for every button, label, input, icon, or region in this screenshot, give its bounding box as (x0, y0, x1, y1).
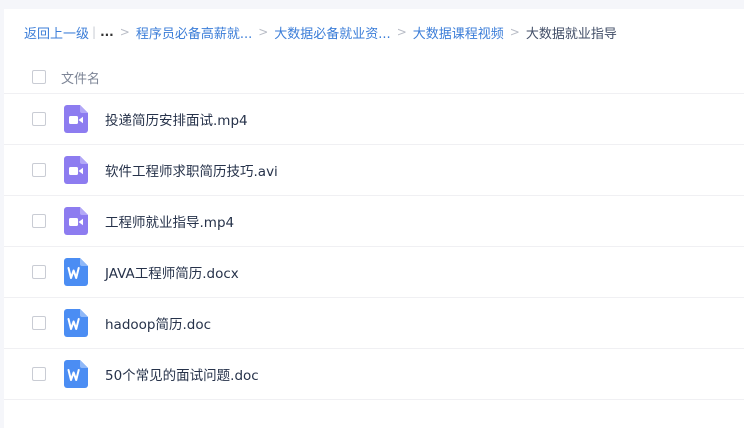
file-name[interactable]: 投递简历安排面试.mp4 (105, 109, 248, 129)
word-file-icon (64, 309, 88, 337)
breadcrumb-current: 大数据就业指导 (525, 26, 617, 42)
file-row[interactable]: 工程师就业指导.mp4 (4, 196, 744, 247)
back-link[interactable]: 返回上一级 (24, 23, 89, 42)
file-name[interactable]: hadoop简历.doc (105, 313, 211, 333)
breadcrumb-item-1[interactable]: 程序员必备高薪就... (136, 23, 252, 42)
video-file-icon (64, 156, 88, 184)
column-header-filename[interactable]: 文件名 (61, 68, 100, 87)
breadcrumb-divider: | (92, 25, 97, 39)
row-checkbox[interactable] (32, 214, 46, 228)
breadcrumb-ellipsis[interactable]: ... (100, 25, 114, 39)
file-row[interactable]: hadoop简历.doc (4, 298, 744, 349)
file-name[interactable]: 50个常见的面试问题.doc (105, 364, 259, 384)
chevron-right-icon: > (258, 25, 269, 39)
file-name[interactable]: 工程师就业指导.mp4 (105, 211, 234, 231)
select-all-checkbox[interactable] (32, 70, 46, 84)
list-header: 文件名 (4, 61, 744, 94)
file-list: 投递简历安排面试.mp4 软件工程师求职简历技巧.avi 工程师就业指导.mp4… (4, 94, 744, 400)
chevron-right-icon: > (396, 25, 407, 39)
video-file-icon (64, 105, 88, 133)
breadcrumb-item-2[interactable]: 大数据必备就业资... (274, 23, 390, 42)
word-file-icon (64, 360, 88, 388)
file-name[interactable]: JAVA工程师简历.docx (105, 262, 239, 282)
file-row[interactable]: 50个常见的面试问题.doc (4, 349, 744, 400)
file-browser-panel: 返回上一级 | ... > 程序员必备高薪就... > 大数据必备就业资... … (4, 9, 744, 428)
breadcrumb-item-3[interactable]: 大数据课程视频 (413, 23, 504, 42)
row-checkbox[interactable] (32, 316, 46, 330)
file-name[interactable]: 软件工程师求职简历技巧.avi (105, 160, 278, 180)
chevron-right-icon: > (509, 25, 520, 39)
file-row[interactable]: 投递简历安排面试.mp4 (4, 94, 744, 145)
video-file-icon (64, 207, 88, 235)
row-checkbox[interactable] (32, 112, 46, 126)
file-row[interactable]: 软件工程师求职简历技巧.avi (4, 145, 744, 196)
word-file-icon (64, 258, 88, 286)
row-checkbox[interactable] (32, 265, 46, 279)
chevron-right-icon: > (119, 25, 130, 39)
breadcrumb: 返回上一级 | ... > 程序员必备高薪就... > 大数据必备就业资... … (24, 22, 617, 42)
file-row[interactable]: JAVA工程师简历.docx (4, 247, 744, 298)
row-checkbox[interactable] (32, 367, 46, 381)
row-checkbox[interactable] (32, 163, 46, 177)
